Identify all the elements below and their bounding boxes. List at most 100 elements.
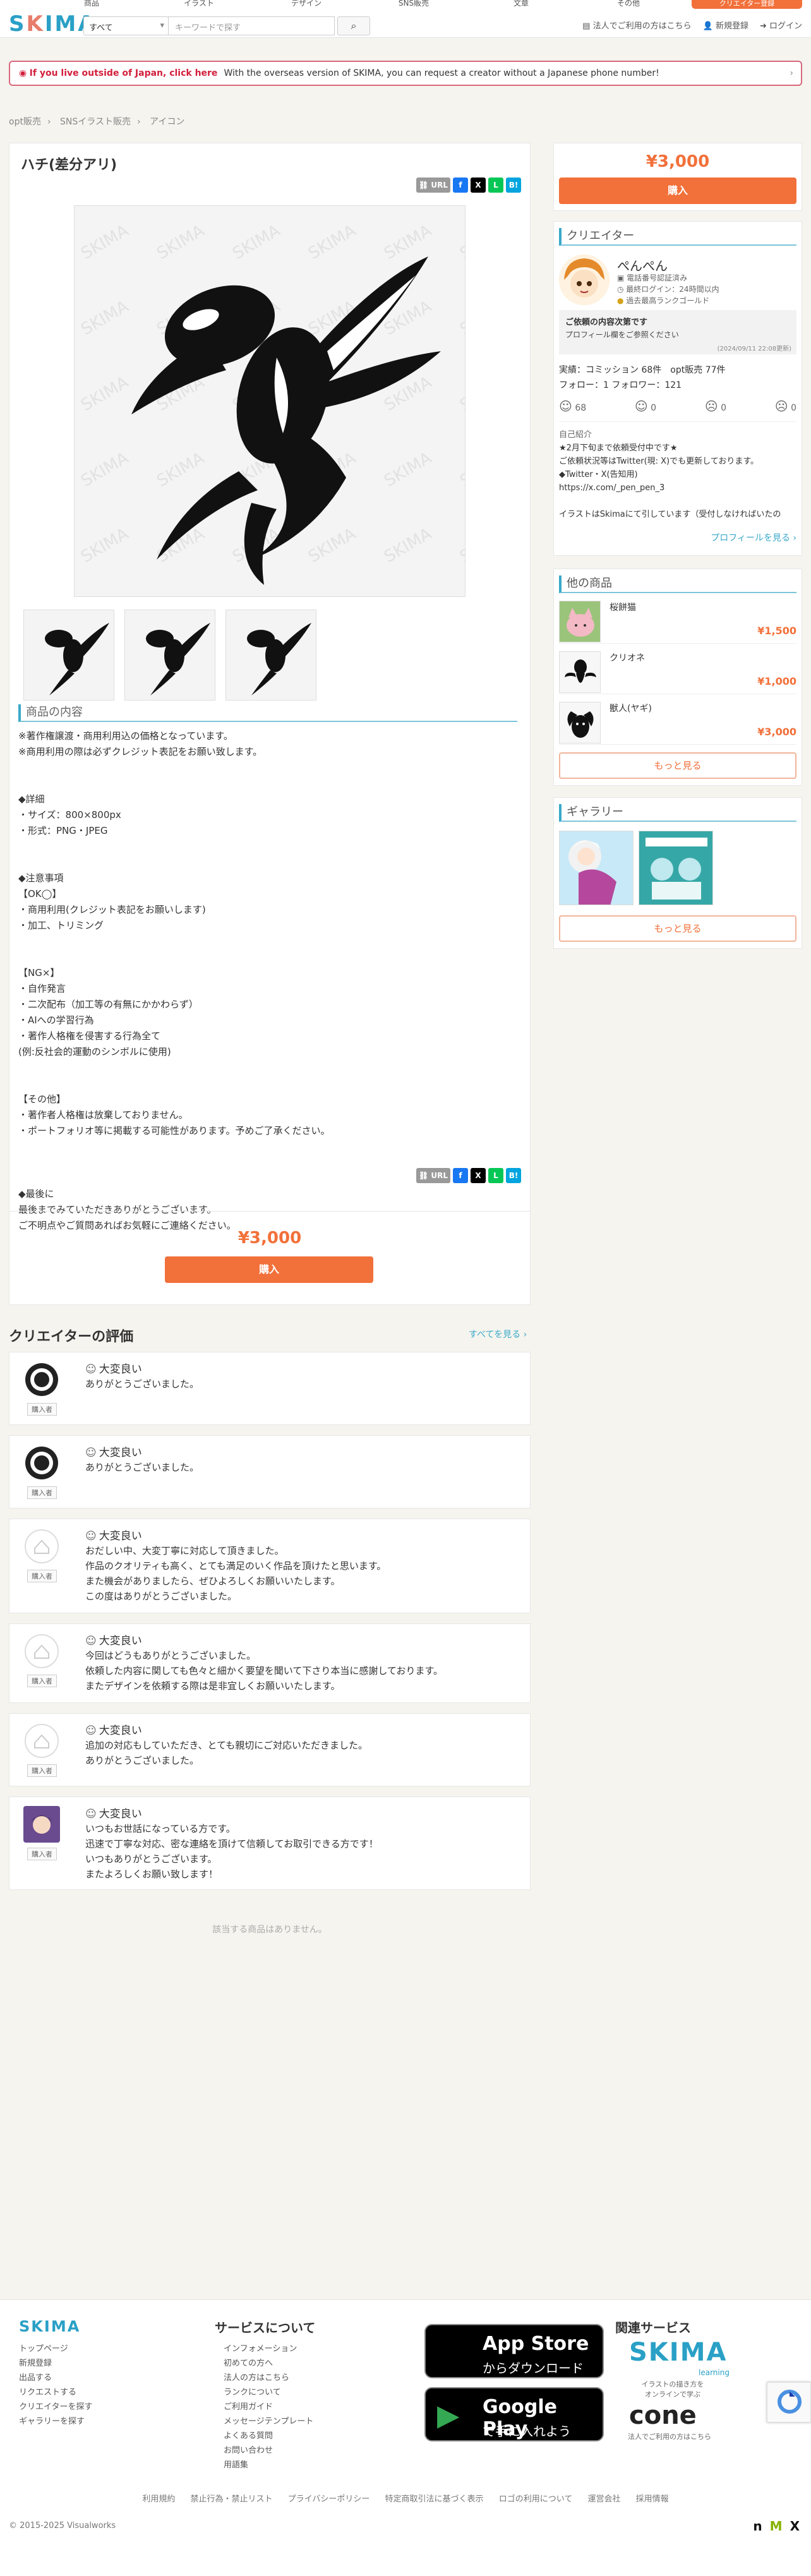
creator-name[interactable]: ぺんぺん bbox=[617, 256, 668, 274]
product-description: ※著作権譲渡・商用利用込の価格となっています。 ※商用利用の際は必ずクレジット表… bbox=[18, 730, 330, 1231]
nav-item[interactable]: イラスト bbox=[145, 0, 253, 6]
creator-box: クリエイター ぺんぺん ▣ 電話番号認証済み ◷ 最終ログイン：24時間以内 ●… bbox=[553, 221, 802, 556]
nav-item[interactable]: デザイン bbox=[253, 0, 360, 6]
review-text: 追加の対応もしていただき、とても親切にご対応いただきました。 ありがとうございま… bbox=[85, 1740, 368, 1766]
hatena-share-button[interactable]: B! bbox=[506, 178, 521, 193]
item-price: ¥1,500 bbox=[757, 625, 796, 637]
search-input[interactable]: キーワードで探す bbox=[168, 16, 335, 35]
search-category-select[interactable]: すべて bbox=[83, 16, 169, 35]
facebook-share-button[interactable]: f bbox=[453, 1168, 468, 1183]
footer-link[interactable]: ご利用ガイド bbox=[224, 2400, 313, 2414]
footer-link[interactable]: 初めての方へ bbox=[224, 2356, 313, 2371]
cone-logo[interactable]: cone bbox=[629, 2401, 697, 2430]
overseas-notice[interactable]: ◉ If you live outside of Japan, click he… bbox=[9, 61, 802, 86]
x-icon[interactable]: X bbox=[790, 2519, 800, 2534]
see-all-reviews-link[interactable]: すべてを見る › bbox=[469, 1328, 527, 1340]
footer-link[interactable]: クリエイターを探す bbox=[19, 2400, 92, 2414]
footer-logo[interactable]: SKIMA bbox=[19, 2318, 80, 2335]
product-main-image[interactable]: SKIMA bbox=[74, 205, 466, 597]
other-item[interactable]: 獣人(ヤギ) ¥3,000 bbox=[559, 699, 796, 745]
signup-link[interactable]: 👤 新規登録 bbox=[703, 19, 748, 31]
login-link[interactable]: ➜ ログイン bbox=[760, 19, 802, 31]
footer-col-2: インフォメーション 初めての方へ 法人の方はこちら ランクについて ご利用ガイド… bbox=[224, 2342, 313, 2472]
hatena-share-button[interactable]: B! bbox=[506, 1168, 521, 1183]
divider bbox=[9, 1211, 530, 1212]
legal-link[interactable]: 利用規約 bbox=[142, 2495, 175, 2504]
footer-link[interactable]: 出品する bbox=[19, 2371, 92, 2385]
user-plus-icon: 👤 bbox=[702, 21, 716, 31]
nav-item[interactable]: その他 bbox=[575, 0, 682, 6]
notice-bold: If you live outside of Japan, click here bbox=[29, 68, 218, 78]
footer-link[interactable]: ギャラリーを探す bbox=[19, 2414, 92, 2429]
creator-register-button[interactable]: クリエイター登録 bbox=[692, 0, 802, 9]
gallery-art bbox=[639, 831, 712, 905]
medal-icon: ● bbox=[617, 296, 627, 305]
footer-link[interactable]: リクエストする bbox=[19, 2385, 92, 2400]
more-gallery-button[interactable]: もっと見る bbox=[559, 915, 796, 942]
hornet-thumb bbox=[24, 610, 114, 700]
other-item[interactable]: クリオネ ¥1,000 bbox=[559, 649, 796, 694]
footer-link[interactable]: お問い合わせ bbox=[224, 2443, 313, 2458]
breadcrumb-item[interactable]: SNSイラスト販売 bbox=[60, 117, 131, 127]
gallery-image-1[interactable] bbox=[559, 831, 634, 905]
creator-avatar[interactable] bbox=[559, 255, 610, 305]
skima-learning-logo[interactable]: SKIMA bbox=[629, 2338, 727, 2367]
rating-very-good: ☺ 68 bbox=[559, 399, 587, 414]
rating-normal: ☹ 0 bbox=[704, 399, 727, 414]
legal-link[interactable]: 禁止行為・禁止リスト bbox=[191, 2495, 273, 2504]
line-share-button[interactable]: L bbox=[488, 1168, 503, 1183]
recaptcha-badge[interactable] bbox=[767, 2382, 811, 2423]
legal-link[interactable]: 採用情報 bbox=[636, 2495, 669, 2504]
buy-button[interactable]: 購入 bbox=[165, 1256, 373, 1283]
rating-bad: ☹ 0 bbox=[774, 399, 796, 414]
footer-link[interactable]: 用語集 bbox=[224, 2458, 313, 2472]
neutral-icon: ☹ bbox=[704, 399, 718, 414]
reviewer-avatar bbox=[23, 1723, 60, 1759]
x-share-button[interactable]: X bbox=[471, 178, 486, 193]
other-item[interactable]: 桜餅猫 ¥1,500 bbox=[559, 598, 796, 644]
review-card: 購入者 ☺ 大変良い 追加の対応もしていただき、とても親切にご対応いただきました。… bbox=[9, 1713, 531, 1786]
footer-link[interactable]: メッセージテンプレート bbox=[224, 2414, 313, 2429]
no-related-items: 該当する商品はありません。 bbox=[212, 1925, 327, 1935]
google-play-button[interactable]: ▶ Google Play で手に入れよう bbox=[424, 2387, 604, 2441]
note-icon[interactable]: n bbox=[753, 2519, 762, 2534]
gallery-image-2[interactable] bbox=[639, 831, 713, 905]
facebook-share-button[interactable]: f bbox=[453, 178, 468, 193]
app-store-button[interactable]: App Store からダウンロード bbox=[424, 2324, 604, 2378]
thumbnail-3[interactable] bbox=[225, 610, 316, 701]
review-card: 購入者 ☺ 大変良い ありがとうございました。 bbox=[9, 1352, 531, 1425]
legal-link[interactable]: プライバシーポリシー bbox=[288, 2495, 370, 2504]
footer-link[interactable]: 新規登録 bbox=[19, 2356, 92, 2371]
smile-icon: ☺ bbox=[85, 1363, 97, 1376]
item-price: ¥1,000 bbox=[757, 675, 796, 687]
misskey-icon[interactable]: M bbox=[770, 2519, 783, 2534]
nav-item[interactable]: 商品 bbox=[38, 0, 145, 6]
legal-link[interactable]: 特定商取引法に基づく表示 bbox=[385, 2495, 484, 2504]
footer-link[interactable]: よくある質問 bbox=[224, 2429, 313, 2443]
breadcrumb-item[interactable]: アイコン bbox=[150, 117, 184, 127]
nav-item[interactable]: SNS販売 bbox=[360, 0, 467, 6]
footer-link[interactable]: ランクについて bbox=[224, 2385, 313, 2400]
footer-link[interactable]: 法人の方はこちら bbox=[224, 2371, 313, 2385]
more-items-button[interactable]: もっと見る bbox=[559, 752, 796, 779]
copy-url-button[interactable]: ⛓ URL bbox=[416, 1168, 450, 1183]
search-button[interactable]: ⌕ bbox=[337, 16, 370, 35]
thumbnail-2[interactable] bbox=[124, 610, 215, 701]
sidebar-buy-button[interactable]: 購入 bbox=[559, 178, 796, 204]
footer-link[interactable]: インフォメーション bbox=[224, 2342, 313, 2356]
thumbnail-1[interactable] bbox=[23, 610, 114, 701]
buyer-tag: 購入者 bbox=[27, 1403, 57, 1416]
review-text: いつもお世話になっている方です。 迅速で丁寧な対応、密な連絡を頂けて信頼してお取… bbox=[85, 1823, 378, 1880]
reviewer-avatar bbox=[23, 1361, 60, 1398]
x-share-button[interactable]: X bbox=[471, 1168, 486, 1183]
nav-item[interactable]: 文章 bbox=[467, 0, 575, 6]
legal-link[interactable]: 運営会社 bbox=[587, 2495, 620, 2504]
corporate-link[interactable]: ▤ 法人でご利用の方はこちら bbox=[582, 19, 691, 31]
profile-link[interactable]: プロフィールを見る › bbox=[711, 531, 796, 544]
breadcrumb-item[interactable]: opt販売 bbox=[9, 117, 41, 127]
footer-link[interactable]: トップページ bbox=[19, 2342, 92, 2356]
related-services-heading: 関連サービス bbox=[615, 2320, 691, 2335]
copy-url-button[interactable]: ⛓ URL bbox=[416, 178, 450, 193]
legal-link[interactable]: ロゴの利用について bbox=[499, 2495, 573, 2504]
line-share-button[interactable]: L bbox=[488, 178, 503, 193]
